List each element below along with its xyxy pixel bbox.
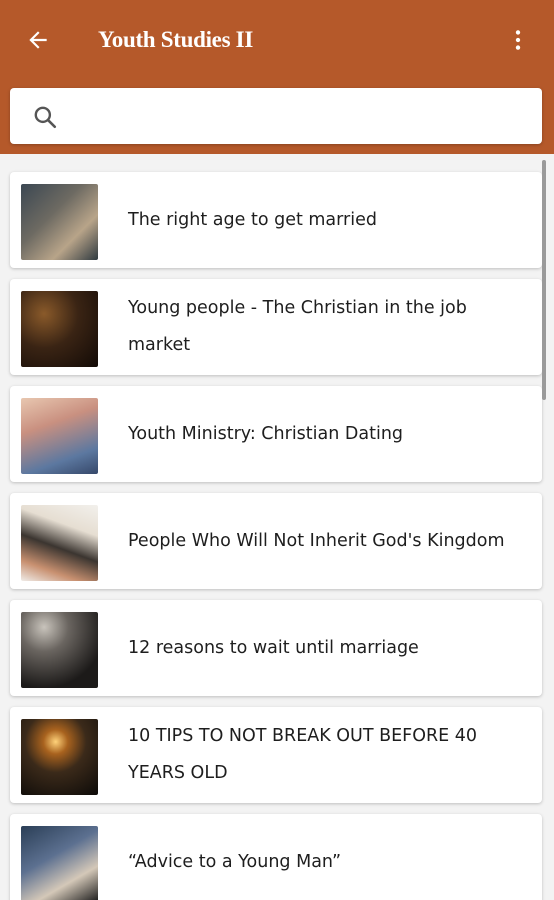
article-thumbnail <box>21 826 98 900</box>
list-item[interactable]: Youth Ministry: Christian Dating <box>10 386 542 482</box>
search-bar[interactable] <box>10 88 542 144</box>
list-item[interactable]: Young people - The Christian in the job … <box>10 279 542 375</box>
article-title: Youth Ministry: Christian Dating <box>128 423 404 444</box>
article-title: People Who Will Not Inherit God's Kingdo… <box>128 530 505 551</box>
article-thumbnail <box>21 184 98 260</box>
article-title: 12 reasons to wait until marriage <box>128 637 419 658</box>
article-title: 10 TIPS TO NOT BREAK OUT BEFORE 40 YEARS… <box>128 726 478 783</box>
article-list[interactable]: The right age to get married Young peopl… <box>0 160 554 900</box>
article-thumbnail <box>21 398 98 474</box>
article-thumbnail <box>21 291 98 367</box>
list-item[interactable]: The right age to get married <box>10 172 542 268</box>
list-item[interactable]: “Advice to a Young Man” <box>10 814 542 900</box>
list-item[interactable]: 10 TIPS TO NOT BREAK OUT BEFORE 40 YEARS… <box>10 707 542 803</box>
back-button[interactable] <box>20 22 56 58</box>
page-title: Youth Studies II <box>98 27 253 52</box>
more-vert-icon <box>515 30 521 50</box>
search-input[interactable] <box>80 96 534 138</box>
search-icon <box>34 106 57 129</box>
article-thumbnail <box>21 505 98 581</box>
list-item[interactable]: People Who Will Not Inherit God's Kingdo… <box>10 493 542 589</box>
arrow-left-icon <box>29 31 47 49</box>
article-title: Young people - The Christian in the job … <box>128 298 467 355</box>
article-title: The right age to get married <box>128 209 377 230</box>
article-title: “Advice to a Young Man” <box>128 851 342 872</box>
article-thumbnail <box>21 612 98 688</box>
more-options-button[interactable] <box>500 22 536 58</box>
scrollbar[interactable] <box>542 160 546 400</box>
article-thumbnail <box>21 719 98 795</box>
list-item[interactable]: 12 reasons to wait until marriage <box>10 600 542 696</box>
app-bar: Youth Studies II <box>0 0 554 154</box>
